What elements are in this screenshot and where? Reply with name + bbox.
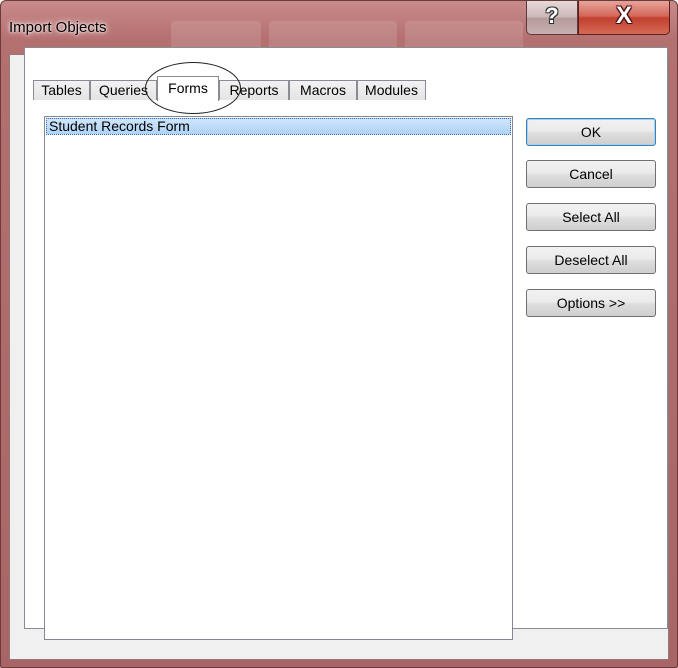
- annotation-circle: [145, 62, 241, 114]
- objects-list[interactable]: Student Records Form: [44, 116, 513, 640]
- title-bar[interactable]: Import Objects ? X: [1, 1, 677, 53]
- help-button[interactable]: ?: [526, 1, 578, 35]
- tab-modules[interactable]: Modules: [357, 80, 426, 100]
- tab-macros[interactable]: Macros: [289, 80, 357, 100]
- list-item[interactable]: Student Records Form: [46, 118, 511, 135]
- select-all-button[interactable]: Select All: [526, 203, 656, 231]
- close-icon: X: [615, 2, 632, 29]
- window-title: Import Objects: [9, 19, 107, 36]
- cancel-button[interactable]: Cancel: [526, 160, 656, 188]
- deselect-all-button[interactable]: Deselect All: [526, 246, 656, 274]
- options-button[interactable]: Options >>: [526, 289, 656, 317]
- close-button[interactable]: X: [578, 1, 670, 35]
- tab-tables[interactable]: Tables: [33, 80, 90, 100]
- ok-button[interactable]: OK: [526, 118, 656, 146]
- help-icon: ?: [545, 3, 559, 28]
